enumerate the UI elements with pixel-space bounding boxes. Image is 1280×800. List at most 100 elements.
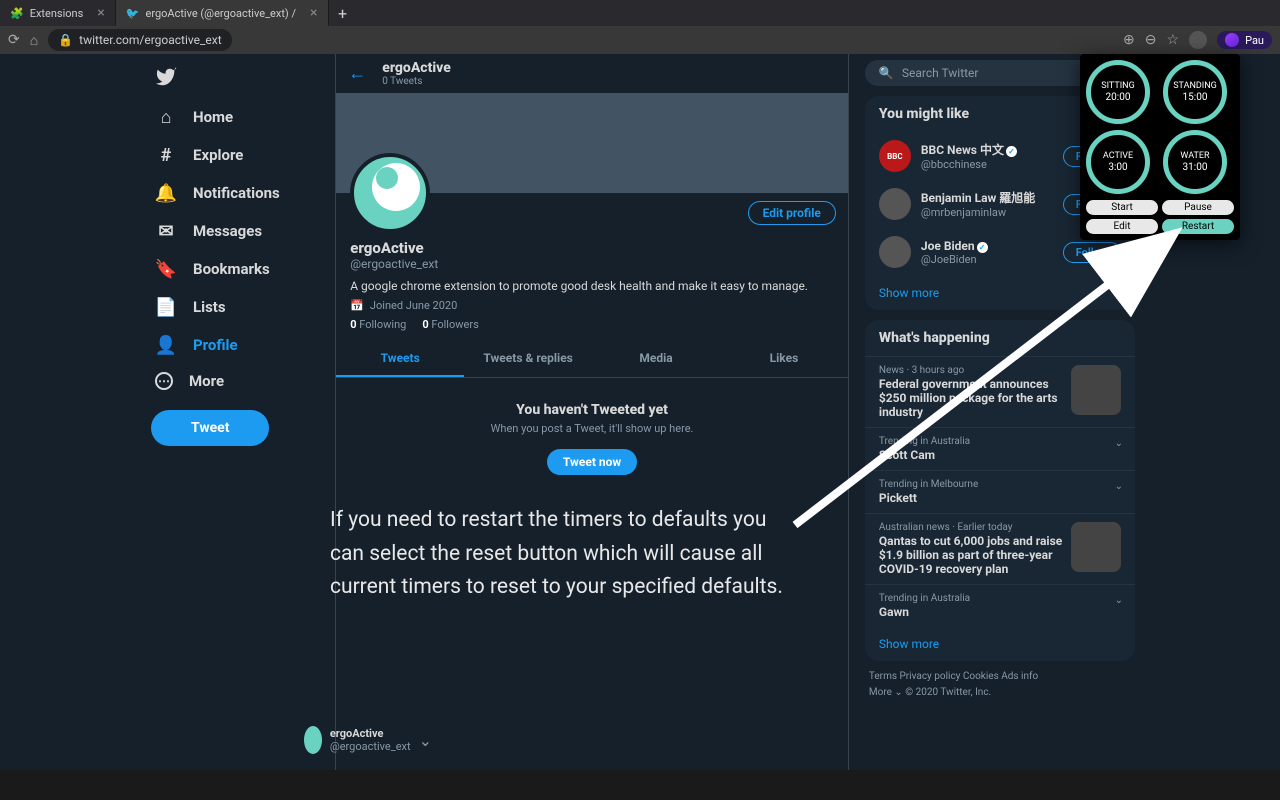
tweet-now-button[interactable]: Tweet now: [547, 449, 637, 475]
nav-label: More: [189, 372, 224, 390]
tab-likes[interactable]: Likes: [720, 341, 848, 377]
joined-date: Joined June 2020: [370, 299, 457, 312]
home-icon: ⌂: [155, 106, 177, 128]
home-icon[interactable]: ⌂: [30, 32, 38, 49]
tab-tweets-replies[interactable]: Tweets & replies: [464, 341, 592, 377]
install-icon[interactable]: ⊕: [1123, 32, 1135, 48]
sidebar-item-home[interactable]: ⌂ Home: [145, 98, 335, 136]
empty-state: You haven't Tweeted yet When you post a …: [336, 378, 848, 499]
show-more-link[interactable]: Show more: [865, 276, 1135, 310]
envelope-icon: ✉: [155, 220, 177, 242]
header-subtitle: 0 Tweets: [382, 76, 451, 87]
trend-title: Gawn: [879, 605, 1121, 619]
avatar-icon: [1225, 33, 1239, 47]
pause-button[interactable]: Pause: [1162, 200, 1234, 215]
trend-category: Trending in Australia: [879, 593, 1121, 604]
browser-tab-twitter[interactable]: 🐦 ergoActive (@ergoactive_ext) / ×: [116, 0, 329, 26]
chevron-down-icon: ⌄: [419, 731, 432, 750]
timer-ring-active: ACTIVE3:00: [1086, 130, 1150, 194]
ring-value: 15:00: [1183, 92, 1208, 103]
footer-line[interactable]: More ⌄ © 2020 Twitter, Inc.: [869, 685, 1131, 701]
footer-links: Terms Privacy policy Cookies Ads info Mo…: [865, 661, 1135, 709]
sidebar-item-lists[interactable]: 📄 Lists: [145, 288, 335, 326]
account-name: ergoActive: [330, 727, 411, 740]
profile-avatar[interactable]: [350, 153, 430, 233]
follow-button[interactable]: Follow: [1063, 242, 1121, 263]
chevron-down-icon[interactable]: ⌄: [1115, 481, 1123, 492]
account-switcher[interactable]: ergoActive@ergoactive_ext ⌄: [298, 720, 438, 760]
trend-row[interactable]: ⌄Trending in MelbournePickett: [865, 470, 1135, 513]
chevron-down-icon[interactable]: ⌄: [1115, 438, 1123, 449]
trend-thumbnail: [1071, 365, 1121, 415]
twitter-icon: 🐦: [126, 7, 140, 20]
sidebar-item-bookmarks[interactable]: 🔖 Bookmarks: [145, 250, 335, 288]
browser-tab-extensions[interactable]: 🧩 Extensions ×: [0, 0, 116, 26]
nav-label: Profile: [193, 336, 238, 354]
search-icon: 🔍: [879, 66, 894, 80]
profile-name: Pau: [1245, 34, 1264, 47]
calendar-icon: 📅: [350, 299, 364, 312]
ring-label: ACTIVE: [1103, 151, 1133, 161]
avatar-icon: [304, 726, 322, 754]
tab-tweets[interactable]: Tweets: [336, 341, 464, 377]
edit-profile-button[interactable]: Edit profile: [748, 201, 836, 225]
user-handle: @bbcchinese: [921, 158, 1053, 171]
twitter-logo-icon[interactable]: [145, 60, 335, 98]
browser-profile[interactable]: Pau: [1217, 31, 1272, 49]
extension-popup: SITTING20:00 STANDING15:00 ACTIVE3:00 WA…: [1080, 54, 1240, 240]
bookmark-icon: 🔖: [155, 258, 177, 280]
avatar-icon: BBC: [879, 140, 911, 172]
new-tab-button[interactable]: +: [329, 0, 357, 26]
nav-label: Bookmarks: [193, 260, 270, 278]
avatar-icon: [879, 188, 911, 220]
profile-handle: @ergoactive_ext: [350, 257, 834, 271]
trend-row[interactable]: News · 3 hours agoFederal government ann…: [865, 356, 1135, 427]
list-icon: 📄: [155, 296, 177, 318]
following-link[interactable]: 0 Following: [350, 318, 406, 331]
trend-row[interactable]: Australian news · Earlier todayQantas to…: [865, 513, 1135, 584]
tweet-button[interactable]: Tweet: [151, 410, 269, 446]
close-icon[interactable]: ×: [310, 5, 317, 21]
restart-button[interactable]: Restart: [1162, 219, 1234, 234]
zoom-icon[interactable]: ⊖: [1145, 32, 1157, 48]
sidebar-item-messages[interactable]: ✉Messages: [145, 212, 335, 250]
sidebar-item-explore[interactable]: #Explore: [145, 136, 335, 174]
ring-value: 3:00: [1108, 162, 1127, 173]
main-column: ← ergoActive 0 Tweets Edit profile ergoA…: [335, 54, 849, 770]
cover-photo[interactable]: [336, 93, 848, 193]
chevron-down-icon[interactable]: ⌄: [1115, 595, 1123, 606]
ring-value: 20:00: [1106, 92, 1131, 103]
sidebar-item-profile[interactable]: 👤Profile: [145, 326, 335, 364]
nav-label: Home: [193, 108, 233, 126]
start-button[interactable]: Start: [1086, 200, 1158, 215]
profile-info: ergoActive @ergoactive_ext A google chro…: [336, 233, 848, 341]
star-icon[interactable]: ☆: [1167, 32, 1180, 48]
followers-link[interactable]: 0 Followers: [422, 318, 478, 331]
reload-icon[interactable]: ⟳: [8, 32, 20, 48]
lock-icon: 🔒: [58, 33, 73, 47]
trend-row[interactable]: ⌄Trending in AustraliaGawn: [865, 584, 1135, 627]
avatar-icon: [879, 236, 911, 268]
empty-subtitle: When you post a Tweet, it'll show up her…: [360, 422, 824, 435]
trend-category: Trending in Melbourne: [879, 479, 1121, 490]
user-name: Joe Biden✓: [921, 239, 1053, 253]
close-icon[interactable]: ×: [97, 5, 104, 21]
address-bar[interactable]: 🔒 twitter.com/ergoactive_ext: [48, 29, 231, 51]
trend-row[interactable]: ⌄Trending in AustraliaScott Cam: [865, 427, 1135, 470]
extension-badge[interactable]: [1189, 31, 1207, 49]
edit-button[interactable]: Edit: [1086, 219, 1158, 234]
tab-media[interactable]: Media: [592, 341, 720, 377]
back-arrow-icon[interactable]: ←: [348, 63, 366, 84]
show-more-link[interactable]: Show more: [865, 627, 1135, 661]
profile-bio: A google chrome extension to promote goo…: [350, 279, 834, 293]
sidebar-item-notifications[interactable]: 🔔Notifications: [145, 174, 335, 212]
nav-label: Lists: [193, 298, 226, 316]
sidebar-item-more[interactable]: ⋯More: [145, 364, 335, 398]
account-handle: @ergoactive_ext: [330, 740, 411, 753]
footer-line[interactable]: Terms Privacy policy Cookies Ads info: [869, 669, 1131, 685]
ring-value: 31:00: [1183, 162, 1208, 173]
timer-ring-water: WATER31:00: [1163, 130, 1227, 194]
profile-header: ← ergoActive 0 Tweets: [336, 54, 848, 93]
puzzle-icon: 🧩: [10, 7, 24, 20]
user-name: Benjamin Law 羅旭能: [921, 189, 1053, 206]
